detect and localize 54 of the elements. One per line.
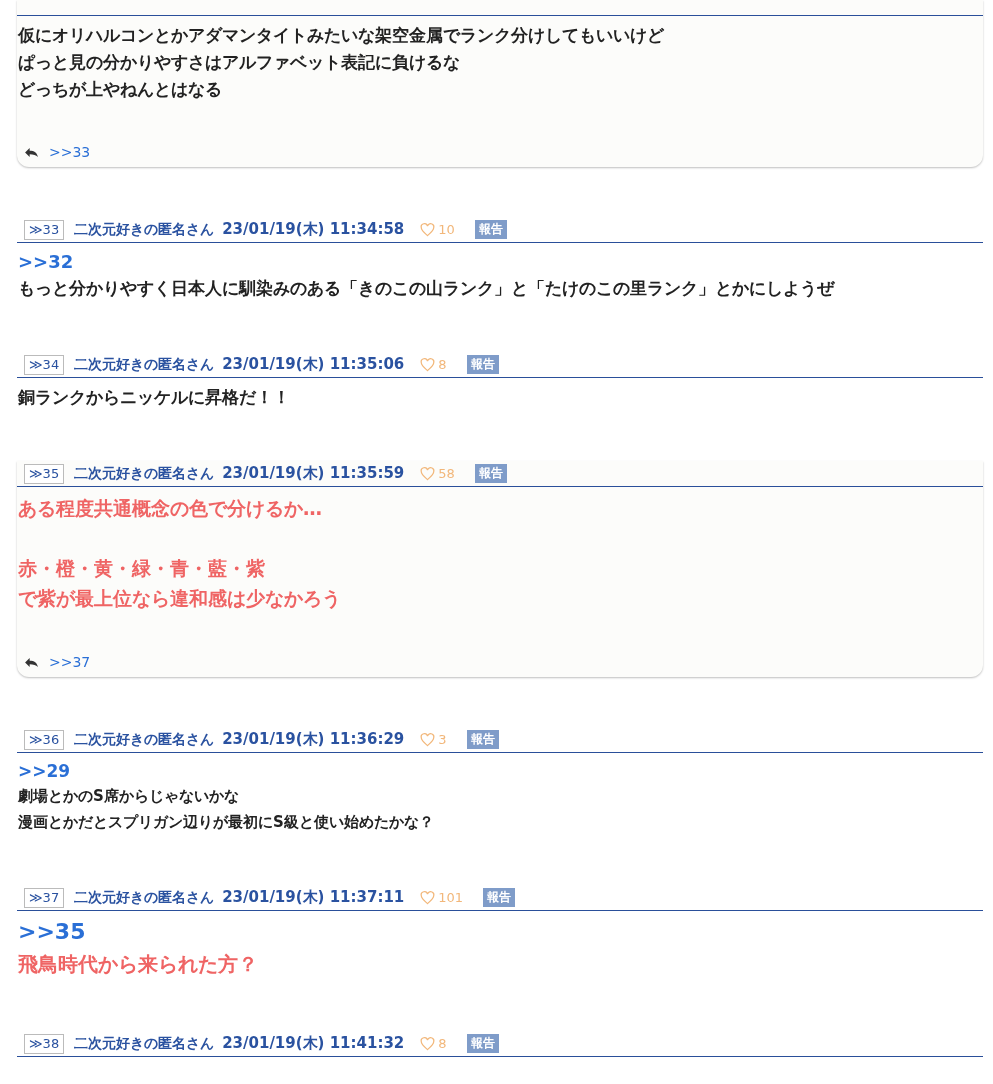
post-date: 23/01/19(木) 11:36:29 bbox=[222, 729, 405, 751]
post-number-link[interactable]: ≫36 bbox=[24, 729, 65, 750]
post-text: どっちが上やねんとはなる bbox=[18, 78, 223, 101]
poster-name: 二次元好きの匿名さん bbox=[74, 1034, 215, 1053]
post-text: 仮にオリハルコンとかアダマンタイトみたいな架空金属でランク分けしてもいいけど bbox=[18, 24, 665, 47]
report-button[interactable]: 報告 bbox=[466, 1034, 499, 1053]
report-button[interactable]: 報告 bbox=[474, 464, 507, 483]
like-count: 10 bbox=[438, 220, 455, 239]
post-text: ある程度共通概念の色で分けるか… bbox=[18, 496, 323, 521]
poster-name: 二次元好きの匿名さん bbox=[74, 464, 215, 483]
post-date: 23/01/19(木) 11:41:32 bbox=[222, 1033, 405, 1055]
post-number-link[interactable]: ≫38 bbox=[24, 1033, 65, 1054]
like-count: 101 bbox=[438, 888, 464, 907]
post-text: 劇場とかのS席からじゃないかな bbox=[18, 786, 240, 807]
post-text: 漫画とかだとスプリガン辺りが最初にS級と使い始めたかな？ bbox=[18, 812, 435, 833]
like-count: 8 bbox=[438, 355, 447, 374]
reply-anchor-link[interactable]: >>35 bbox=[18, 917, 86, 947]
post-text: ぱっと見の分かりやすさはアルファベット表記に負けるな bbox=[18, 51, 461, 74]
heart-icon[interactable] bbox=[420, 732, 436, 747]
post-text: 赤・橙・黄・緑・青・藍・紫 bbox=[18, 556, 266, 581]
like-count: 3 bbox=[438, 730, 447, 749]
heart-icon[interactable] bbox=[420, 890, 436, 905]
poster-name: 二次元好きの匿名さん bbox=[74, 730, 215, 749]
post-text: 銅ランクからニッケルに昇格だ！！ bbox=[18, 386, 291, 409]
post-number-link[interactable]: ≫35 bbox=[24, 463, 65, 484]
reply-icon bbox=[24, 656, 39, 668]
post-number-link[interactable]: ≫33 bbox=[24, 219, 65, 240]
reply-link[interactable]: >>33 bbox=[49, 141, 91, 163]
post-date: 23/01/19(木) 11:37:11 bbox=[222, 887, 405, 909]
reply-icon bbox=[24, 146, 39, 158]
post-date: 23/01/19(木) 11:34:58 bbox=[222, 219, 405, 241]
reply-anchor-link[interactable]: >>29 bbox=[18, 759, 71, 783]
like-count: 8 bbox=[438, 1034, 447, 1053]
heart-icon[interactable] bbox=[420, 222, 436, 237]
report-button[interactable]: 報告 bbox=[466, 355, 499, 374]
post-number-link[interactable]: ≫37 bbox=[24, 887, 65, 908]
post-text: もっと分かりやすく日本人に馴染みのある「きのこの山ランク」と「たけのこの里ランク」とかにしようぜ bbox=[18, 277, 836, 300]
post-date: 23/01/19(木) 11:35:06 bbox=[222, 354, 405, 376]
report-button[interactable]: 報告 bbox=[466, 730, 499, 749]
report-button[interactable]: 報告 bbox=[483, 888, 516, 907]
post-text: 飛鳥時代から来られた方？ bbox=[18, 951, 259, 978]
poster-name: 二次元好きの匿名さん bbox=[74, 888, 215, 907]
reply-anchor-link[interactable]: >>32 bbox=[18, 249, 74, 275]
heart-icon[interactable] bbox=[420, 466, 436, 481]
reply-link[interactable]: >>37 bbox=[49, 651, 91, 673]
post-date: 23/01/19(木) 11:35:59 bbox=[222, 463, 405, 485]
post-text: で紫が最上位なら違和感は少なかろう bbox=[18, 586, 342, 611]
like-count: 58 bbox=[438, 464, 455, 483]
heart-icon[interactable] bbox=[420, 357, 436, 372]
poster-name: 二次元好きの匿名さん bbox=[74, 355, 215, 374]
post-number-link[interactable]: ≫34 bbox=[24, 354, 65, 375]
poster-name: 二次元好きの匿名さん bbox=[74, 220, 215, 239]
heart-icon[interactable] bbox=[420, 1036, 436, 1051]
report-button[interactable]: 報告 bbox=[474, 220, 507, 239]
